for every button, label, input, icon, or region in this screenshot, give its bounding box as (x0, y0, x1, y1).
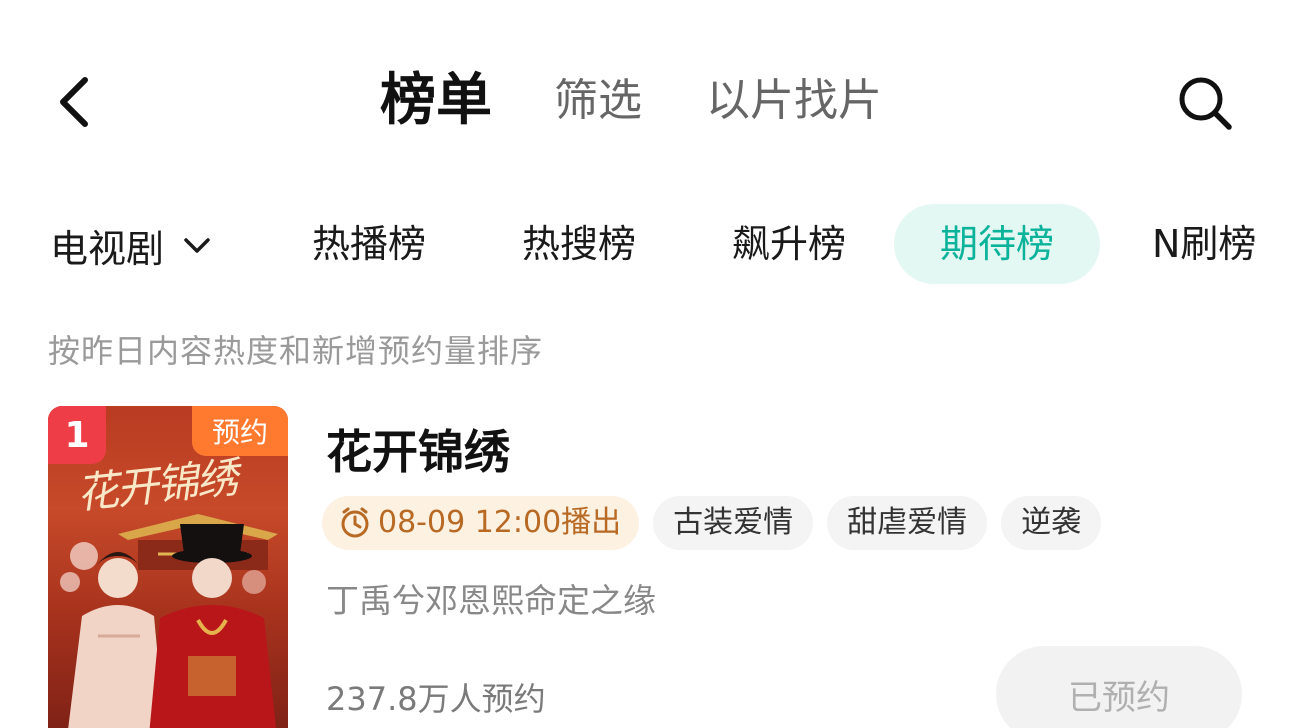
category-row: 电视剧 热播榜 热搜榜 飙升榜 期待榜 N刷榜 (0, 200, 1290, 288)
top-nav-tabs: 榜单 筛选 以片找片 (380, 66, 946, 136)
genre-tag[interactable]: 逆袭 (1001, 496, 1102, 550)
reserved-button[interactable]: 已预约 (996, 646, 1242, 728)
item-tags: 08-09 12:00播出 古装爱情 甜虐爱情 逆袭 (322, 496, 1115, 550)
tab-find-similar[interactable]: 以片找片 (706, 66, 882, 136)
tab-rewatch[interactable]: N刷榜 (1152, 218, 1256, 270)
chevron-left-icon (60, 77, 88, 127)
tab-rising[interactable]: 飙升榜 (732, 218, 846, 270)
air-time-tag: 08-09 12:00播出 (322, 496, 640, 550)
item-description: 丁禹兮邓恩熙命定之缘 (326, 581, 656, 620)
chevron-down-icon (182, 236, 212, 256)
ranking-description: 按昨日内容热度和新增预约量排序 (48, 332, 544, 370)
item-title[interactable]: 花开锦绣 (326, 416, 510, 482)
category-label: 电视剧 (50, 227, 165, 271)
tab-hot-search[interactable]: 热搜榜 (522, 218, 636, 270)
tab-rankings[interactable]: 榜单 (380, 66, 492, 136)
genre-tag[interactable]: 古装爱情 (653, 496, 814, 550)
rank-badge: 1 (48, 406, 106, 464)
air-time-text: 08-09 12:00播出 (378, 505, 622, 540)
reservation-count: 237.8万人预约 (326, 680, 546, 718)
genre-tag[interactable]: 甜虐爱情 (827, 496, 988, 550)
tab-anticipated[interactable]: 期待榜 (894, 204, 1101, 284)
tab-filter[interactable]: 筛选 (554, 66, 642, 136)
search-icon (1179, 77, 1232, 130)
back-button[interactable] (48, 72, 98, 132)
tab-hot-playing[interactable]: 热播榜 (312, 218, 426, 270)
reserve-badge: 预约 (192, 406, 288, 456)
search-button[interactable] (1172, 70, 1238, 136)
rankings-page: 榜单 筛选 以片找片 电视剧 热播榜 热搜榜 飙升榜 期待榜 N刷榜 按昨日内容… (0, 0, 1290, 728)
category-dropdown[interactable]: 电视剧 (50, 218, 212, 273)
clock-icon (338, 506, 372, 540)
item-poster[interactable]: 花开锦绣 1 预约 (48, 406, 288, 728)
